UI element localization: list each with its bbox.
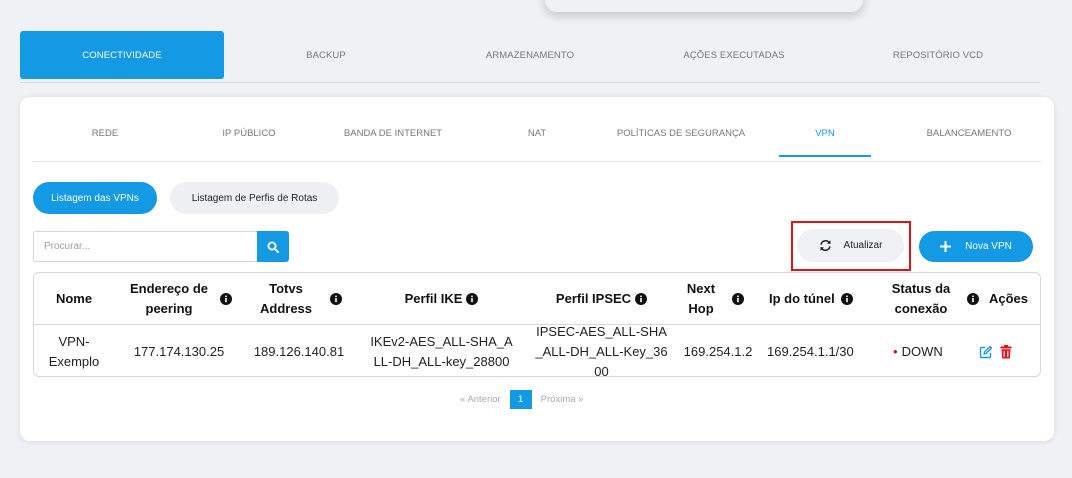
search-icon: [267, 241, 279, 253]
cell-totvs-address: 189.126.140.81: [253, 343, 345, 359]
cell-next-hop: 169.254.1.2: [683, 343, 753, 359]
new-vpn-button[interactable]: Nova VPN: [919, 231, 1033, 262]
cell-nome: VPN-Exemplo: [48, 333, 100, 369]
tab-banda-de-internet[interactable]: BANDA DE INTERNET: [321, 110, 465, 157]
header-status-conexao-label: Status da conexão: [891, 280, 951, 316]
cell-status: • DOWN: [869, 325, 971, 376]
pagination: « Anterior 1 Próxima »: [460, 390, 583, 409]
pagination-next[interactable]: Próxima »: [541, 394, 584, 405]
header-endereco-peering-label: Endereço de peering: [129, 280, 209, 316]
tab-politicas-de-seguranca[interactable]: POLÍTICAS DE SEGURANÇA: [609, 110, 753, 157]
cell-tunnel-ip: 169.254.1.1/30: [767, 343, 854, 359]
header-nome: Nome: [55, 290, 93, 306]
tab-armazenamento[interactable]: ARMAZENAMENTO: [428, 31, 632, 79]
trash-icon[interactable]: [1000, 344, 1012, 359]
header-ip-tunel: Ip do túnel: [769, 273, 887, 324]
search-button[interactable]: [257, 231, 289, 262]
list-route-profiles-button[interactable]: Listagem de Perfis de Rotas: [170, 182, 339, 214]
main-tabs-divider: [20, 82, 1040, 83]
header-acoes: Ações: [989, 290, 1029, 306]
search-bar: [33, 231, 289, 262]
header-ip-tunel-label: Ip do túnel: [769, 290, 835, 306]
header-endereco-peering: Endereço de peering: [114, 273, 244, 324]
status-dot: •: [893, 343, 898, 359]
list-vpns-button[interactable]: Listagem das VPNs: [33, 182, 157, 214]
header-totvs-address: Totvs Address: [244, 273, 354, 324]
cell-peering: 177.174.130.25: [133, 343, 225, 359]
highlight-box: [791, 221, 911, 271]
edit-icon[interactable]: [979, 345, 993, 359]
cell-perfil-ike: IKEv2-AES_ALL-SHA_ALL-DH_ALL-key_28800: [370, 333, 513, 369]
cell-perfil-ipsec: IPSEC-AES_ALL-SHA_ALL-DH_ALL-Key_3600: [535, 323, 668, 377]
info-icon[interactable]: [466, 292, 479, 305]
header-status-conexao: Status da conexão: [887, 273, 989, 324]
info-icon[interactable]: [330, 292, 342, 305]
info-icon[interactable]: [635, 292, 648, 305]
status-text: DOWN: [901, 343, 943, 359]
header-totvs-address-label: Totvs Address: [259, 280, 313, 316]
tab-ip-publico[interactable]: IP PÚBLICO: [177, 110, 321, 157]
tab-vpn[interactable]: VPN: [753, 110, 897, 157]
table-header: Nome Endereço de peering Totvs Address P…: [34, 273, 1040, 325]
new-vpn-label: Nova VPN: [965, 241, 1012, 252]
tab-backup[interactable]: BACKUP: [224, 31, 428, 79]
tab-balanceamento[interactable]: BALANCEAMENTO: [897, 110, 1041, 157]
pagination-page-current[interactable]: 1: [509, 390, 532, 409]
header-next-hop-info: [732, 273, 769, 324]
header-perfil-ipsec-label: Perfil IPSEC: [555, 290, 632, 306]
info-icon[interactable]: [840, 292, 853, 305]
table-row: VPN-Exemplo 177.174.130.25 189.126.140.8…: [34, 323, 1040, 377]
header-next-hop: Next Hop: [686, 280, 716, 316]
tab-repositorio-vcd[interactable]: REPOSITÓRIO VCD: [836, 31, 1040, 79]
sub-tabs: REDE IP PÚBLICO BANDA DE INTERNET NAT PO…: [33, 110, 1041, 157]
pagination-prev[interactable]: « Anterior: [460, 394, 501, 405]
info-icon[interactable]: [220, 292, 232, 305]
sub-tabs-divider: [33, 161, 1041, 162]
header-perfil-ike-label: Perfil IKE: [404, 290, 463, 306]
search-input[interactable]: [33, 231, 257, 262]
tab-conectividade[interactable]: CONECTIVIDADE: [20, 31, 224, 79]
header-perfil-ipsec: Perfil IPSEC: [529, 273, 674, 324]
info-icon[interactable]: [732, 292, 744, 305]
main-tabs: CONECTIVIDADE BACKUP ARMAZENAMENTO AÇÕES…: [20, 31, 1040, 79]
header-perfil-ike: Perfil IKE: [354, 273, 529, 324]
cell-actions: [971, 325, 1022, 376]
plus-icon: [940, 241, 952, 252]
vpn-table: Nome Endereço de peering Totvs Address P…: [33, 272, 1041, 377]
tab-nat[interactable]: NAT: [465, 110, 609, 157]
tab-rede[interactable]: REDE: [33, 110, 177, 157]
tab-acoes-executadas[interactable]: AÇÕES EXECUTADAS: [632, 31, 836, 79]
top-floating-panel: [545, 0, 863, 12]
info-icon[interactable]: [967, 292, 979, 305]
